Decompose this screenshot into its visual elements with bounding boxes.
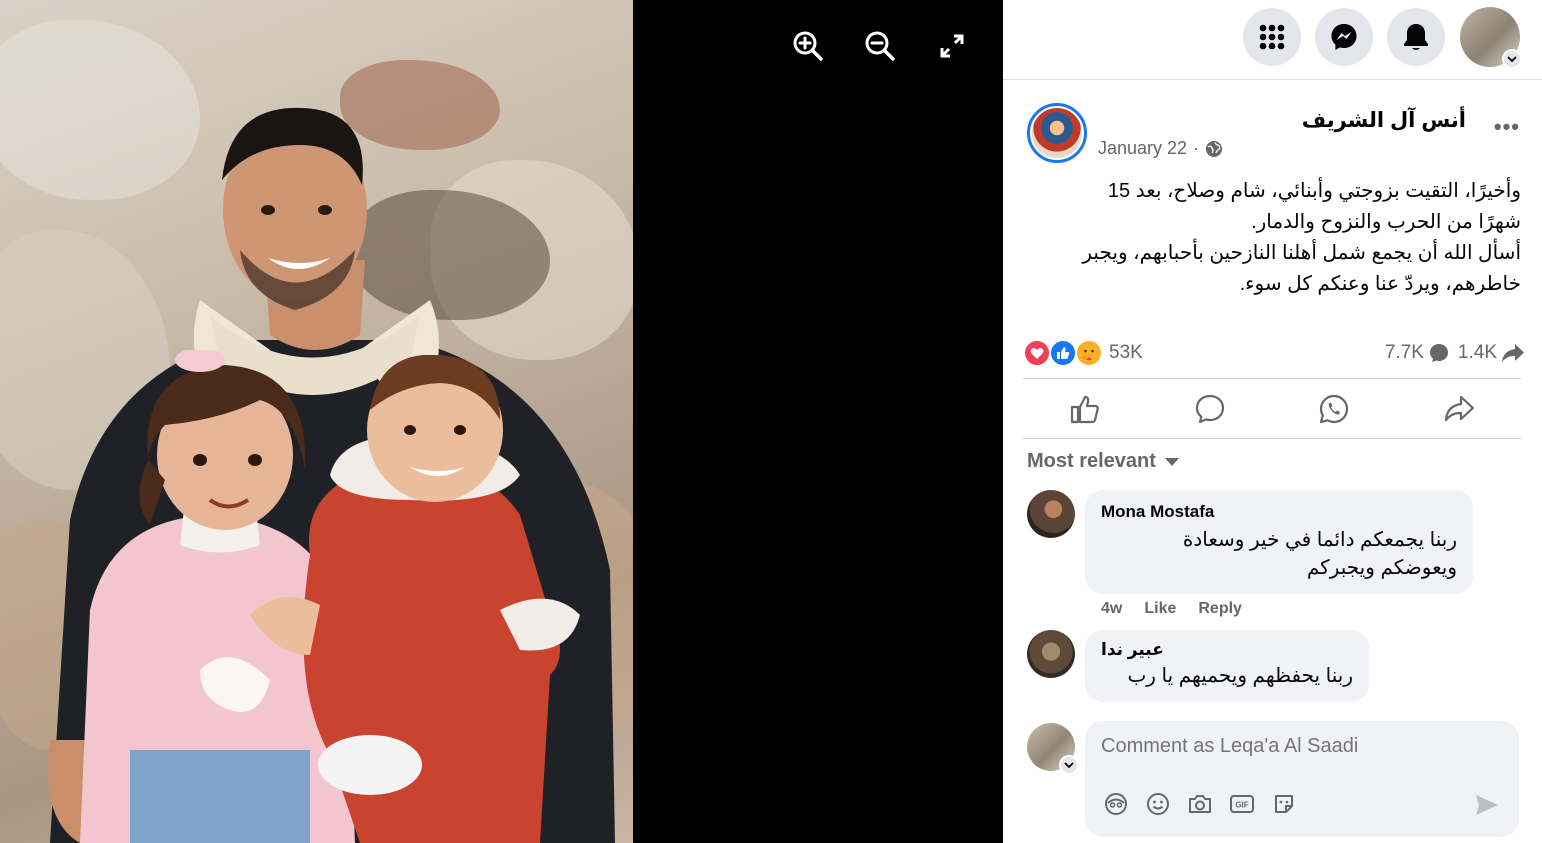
sticker-button[interactable] — [1271, 791, 1297, 817]
comment-meta: 4w Like Reply — [1101, 600, 1242, 618]
composer-account-chevron[interactable] — [1059, 755, 1079, 775]
top-bar — [1003, 0, 1542, 80]
post-panel: أنس آل الشريف ••• January 22 · وأخيرًا، … — [1003, 0, 1542, 843]
share-arrow-icon — [1502, 344, 1524, 362]
avatar-sticker-button[interactable] — [1103, 791, 1129, 817]
comment-bubble-icon — [1429, 344, 1448, 362]
account-avatar[interactable] — [1460, 7, 1522, 69]
like-reaction-icon — [1049, 339, 1077, 367]
author-name[interactable]: أنس آل الشريف — [1302, 108, 1466, 133]
comments-count: 7.7K — [1384, 342, 1424, 363]
post-photo[interactable] — [0, 0, 633, 843]
post-text-line: وأخيرًا، التقيت بزوجتي وأبنائي، شام وصلا… — [1107, 180, 1521, 202]
notifications-button[interactable] — [1387, 8, 1445, 66]
zoom-out-icon — [865, 31, 895, 61]
care-reaction-icon — [1075, 339, 1103, 367]
shares-count: 1.4K — [1457, 342, 1497, 363]
comment-like-link[interactable]: Like — [1144, 600, 1176, 618]
comment-text: ويعوضكم ويجبركم — [1306, 557, 1457, 579]
post-text-line: أسأل الله أن يجمع شمل أهلنا النازحين بأح… — [1082, 242, 1521, 264]
viewer-controls — [790, 28, 970, 64]
meta-separator: · — [1193, 138, 1200, 158]
svg-text:GIF: GIF — [1235, 801, 1248, 810]
post-date[interactable]: January 22 — [1098, 138, 1187, 159]
comment-bubble: عبير ندا ربنا يحفظهم ويحميهم يا رب — [1085, 630, 1369, 702]
menu-button[interactable] — [1243, 8, 1301, 66]
composer-avatar[interactable] — [1027, 723, 1079, 775]
zoom-in-icon — [793, 31, 823, 61]
post-actions — [1023, 380, 1521, 438]
post-header: أنس آل الشريف ••• January 22 · — [1003, 100, 1542, 170]
share-button[interactable] — [1429, 384, 1489, 434]
post-stats: 7.7K 1.4K — [1385, 342, 1525, 364]
whatsapp-icon — [1320, 394, 1349, 424]
sticker-icon — [1275, 795, 1293, 813]
reaction-icons[interactable] — [1023, 339, 1103, 367]
divider — [1023, 378, 1521, 379]
comment-text: ربنا يحفظهم ويحميهم يا رب — [1127, 665, 1353, 687]
chevron-down-icon — [1064, 762, 1074, 769]
comment-input[interactable] — [1101, 735, 1501, 758]
comment-composer: GIF — [1085, 721, 1519, 837]
comment-text: ربنا يجمعكم دائما في خير وسعادة — [1182, 529, 1457, 551]
commenter-name[interactable]: عبير ندا — [1101, 640, 1353, 660]
post-text-line: شهرًا من الحرب والنزوح والدمار. — [1251, 211, 1521, 233]
comment-time[interactable]: 4w — [1101, 600, 1122, 618]
comment-sort-dropdown[interactable]: Most relevant — [1027, 450, 1180, 473]
chevron-down-icon — [1507, 56, 1517, 63]
love-reaction-icon — [1023, 339, 1051, 367]
composer-tools: GIF — [1103, 791, 1297, 817]
emoji-icon — [1147, 793, 1169, 815]
fullscreen-icon — [940, 34, 964, 58]
whatsapp-share-button[interactable] — [1304, 384, 1364, 434]
thumbs-up-icon — [1071, 395, 1100, 424]
post-meta: January 22 · — [1098, 138, 1223, 159]
gif-icon: GIF — [1230, 795, 1254, 813]
comment-button[interactable] — [1180, 384, 1240, 434]
share-icon — [1444, 395, 1474, 422]
comment-bubble: Mona Mostafa ربنا يجمعكم دائما في خير وس… — [1085, 490, 1473, 594]
messenger-button[interactable] — [1315, 8, 1373, 66]
caret-down-icon — [1164, 457, 1179, 466]
send-button[interactable] — [1473, 791, 1501, 819]
commenter-avatar[interactable] — [1027, 490, 1075, 538]
photo-viewer — [0, 0, 1003, 843]
send-icon — [1476, 795, 1498, 815]
photo-button[interactable] — [1187, 791, 1213, 817]
commenter-avatar[interactable] — [1027, 630, 1075, 678]
emoji-button[interactable] — [1145, 791, 1171, 817]
comments-stat[interactable]: 7.7K — [1385, 342, 1450, 364]
comment-reply-link[interactable]: Reply — [1198, 600, 1242, 618]
fullscreen-button[interactable] — [934, 28, 970, 64]
menu-grid-icon — [1259, 24, 1285, 50]
more-options-button[interactable]: ••• — [1494, 114, 1520, 140]
globe-icon — [1206, 140, 1223, 157]
avatar-sticker-icon — [1105, 793, 1127, 815]
account-menu-chevron[interactable] — [1502, 49, 1522, 69]
comment-icon — [1195, 394, 1224, 424]
reactions-summary: 53K 7.7K 1.4K — [1023, 338, 1525, 368]
messenger-icon — [1331, 24, 1357, 50]
author-avatar[interactable] — [1027, 103, 1087, 163]
baby-figure — [250, 355, 580, 843]
post-text: وأخيرًا، التقيت بزوجتي وأبنائي، شام وصلا… — [1027, 176, 1521, 300]
zoom-in-button[interactable] — [790, 28, 826, 64]
like-button[interactable] — [1055, 384, 1115, 434]
notifications-bell-icon — [1404, 24, 1428, 50]
zoom-out-button[interactable] — [862, 28, 898, 64]
sort-label: Most relevant — [1027, 450, 1156, 472]
shares-stat[interactable]: 1.4K — [1458, 342, 1525, 364]
divider — [1023, 438, 1521, 439]
reactions-count[interactable]: 53K — [1109, 342, 1143, 364]
post-text-line: خاطرهم، ويردّ عنا وعنكم كل سوء. — [1239, 273, 1521, 295]
commenter-name[interactable]: Mona Mostafa — [1101, 502, 1457, 522]
camera-icon — [1189, 795, 1211, 813]
gif-button[interactable]: GIF — [1229, 791, 1255, 817]
